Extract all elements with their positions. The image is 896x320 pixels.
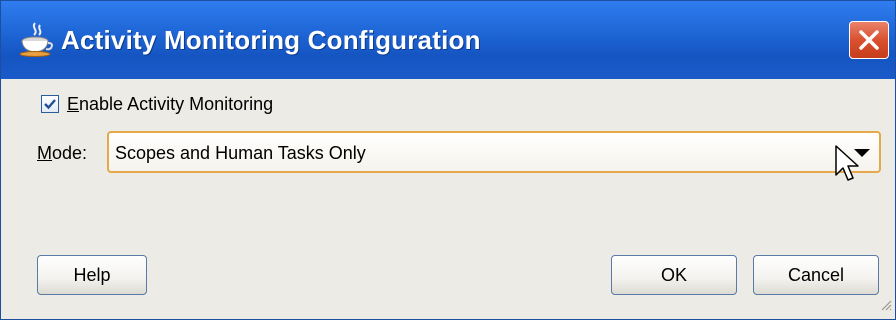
- enable-activity-monitoring-checkbox[interactable]: [41, 95, 59, 113]
- ok-button[interactable]: OK: [611, 255, 737, 295]
- enable-label-text: nable Activity Monitoring: [79, 93, 274, 114]
- checkmark-icon: [44, 99, 56, 110]
- activity-monitoring-dialog: Activity Monitoring Configuration Enable…: [0, 0, 896, 320]
- mouse-pointer-icon: [835, 145, 861, 190]
- mode-label-text: ode:: [52, 143, 88, 163]
- title-bar[interactable]: Activity Monitoring Configuration: [1, 1, 895, 79]
- mode-selected-value: Scopes and Human Tasks Only: [115, 143, 366, 163]
- help-button[interactable]: Help: [37, 255, 147, 295]
- enable-activity-monitoring-row[interactable]: Enable Activity Monitoring: [41, 93, 273, 115]
- close-icon: [859, 30, 879, 50]
- enable-activity-monitoring-label[interactable]: Enable Activity Monitoring: [67, 94, 273, 115]
- mode-dropdown[interactable]: Scopes and Human Tasks Only: [107, 131, 881, 173]
- enable-mnemonic: E: [67, 93, 80, 114]
- resize-grip-icon[interactable]: [878, 297, 892, 316]
- java-coffee-cup-icon: [15, 21, 55, 57]
- dialog-title: Activity Monitoring Configuration: [61, 25, 481, 55]
- mode-label: Mode:: [37, 143, 87, 164]
- cancel-button[interactable]: Cancel: [753, 255, 879, 295]
- close-button[interactable]: [849, 21, 889, 59]
- mode-mnemonic: M: [37, 143, 52, 163]
